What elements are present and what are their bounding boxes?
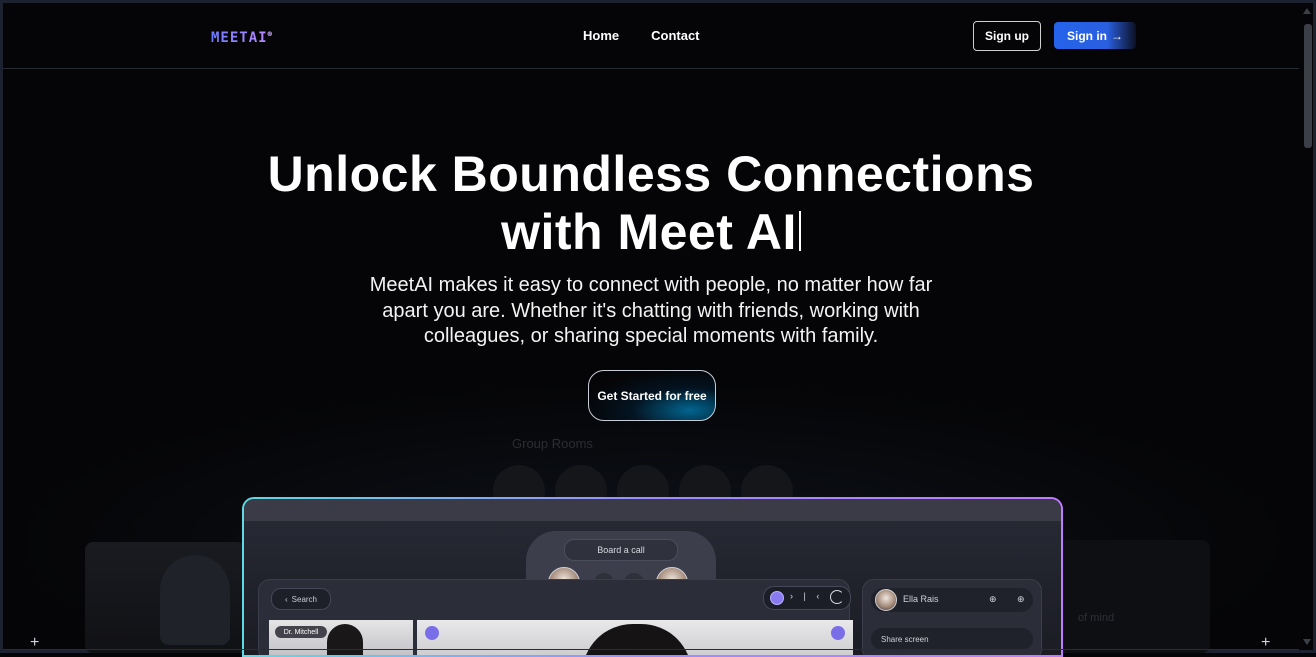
- hero-title-line-2: with Meet AI: [501, 204, 797, 260]
- background-person-silhouette: [160, 555, 230, 645]
- dock-label-pill: Board a call: [564, 539, 678, 561]
- background-right-text: of mind: [1078, 612, 1115, 624]
- avatar: [875, 589, 897, 611]
- scrollbar-thumb[interactable]: [1304, 24, 1312, 148]
- participants-card: Ella Rais ⊕ ⊕ Share screen: [862, 579, 1042, 655]
- typing-caret: [798, 211, 801, 251]
- meetai-logo[interactable]: MEETAI®: [211, 30, 273, 46]
- pin-icon: [831, 626, 845, 640]
- hero-subtitle: MeetAI makes it easy to connect with peo…: [369, 274, 933, 347]
- app-preview-mockup: Board a call ⟲ ⌂ ‹Search › | ‹ Dr. Mitch…: [242, 497, 1063, 657]
- contact-row: Ella Rais ⊕ ⊕: [871, 588, 1033, 612]
- ghost-avatar-row: [493, 465, 803, 517]
- nav-link-contact[interactable]: Contact: [651, 28, 699, 43]
- hero-title: Unlock Boundless Connections with Meet A…: [0, 145, 1302, 261]
- mockup-body: Board a call ⟲ ⌂ ‹Search › | ‹ Dr. Mitch…: [244, 521, 1061, 655]
- contact-name: Ella Rais: [903, 594, 939, 604]
- top-navbar: MEETAI® Home Contact Sign up Sign in →: [3, 3, 1299, 69]
- ghost-rooms-title: Group Rooms: [512, 436, 593, 451]
- nav-links: Home Contact: [583, 28, 700, 43]
- video-tile-main: [417, 620, 853, 655]
- search-label: Search: [291, 594, 318, 604]
- share-screen-row: Share screen: [871, 628, 1033, 650]
- participant-tag: Dr. Mitchell: [275, 626, 327, 638]
- participant-silhouette: [327, 624, 363, 655]
- mockup-title-bar: [244, 499, 1061, 521]
- call-icon: ⊕: [989, 594, 997, 604]
- video-call-card: ‹ Search › | ‹ Dr. Mitchell: [258, 579, 853, 655]
- sign-in-label: Sign in: [1067, 28, 1107, 43]
- call-controls: › | ‹: [763, 586, 851, 610]
- video-icon: ⊕: [1017, 594, 1025, 604]
- sign-in-button[interactable]: Sign in →: [1054, 22, 1136, 49]
- sign-up-button[interactable]: Sign up: [973, 21, 1041, 51]
- mockup-search: ‹ Search: [271, 588, 331, 610]
- arrow-right-icon: →: [1111, 28, 1123, 43]
- back-icon: ‹: [284, 594, 288, 604]
- refresh-icon: [830, 590, 844, 604]
- mic-icon: [425, 626, 439, 640]
- hero-title-line-1: Unlock Boundless Connections: [267, 146, 1035, 202]
- scroll-down-arrow[interactable]: [1303, 639, 1311, 645]
- nav-link-home[interactable]: Home: [583, 28, 619, 43]
- scroll-up-arrow[interactable]: [1303, 8, 1311, 14]
- background-right-panel: [1060, 540, 1210, 653]
- get-started-button[interactable]: Get Started for free: [588, 370, 716, 421]
- video-tile-small: Dr. Mitchell: [269, 620, 413, 655]
- bottom-divider: [3, 649, 1299, 650]
- share-label: Share screen: [881, 634, 929, 644]
- controls-text: › | ‹: [790, 591, 824, 601]
- record-icon: [770, 591, 784, 605]
- speaker-silhouette: [582, 624, 692, 655]
